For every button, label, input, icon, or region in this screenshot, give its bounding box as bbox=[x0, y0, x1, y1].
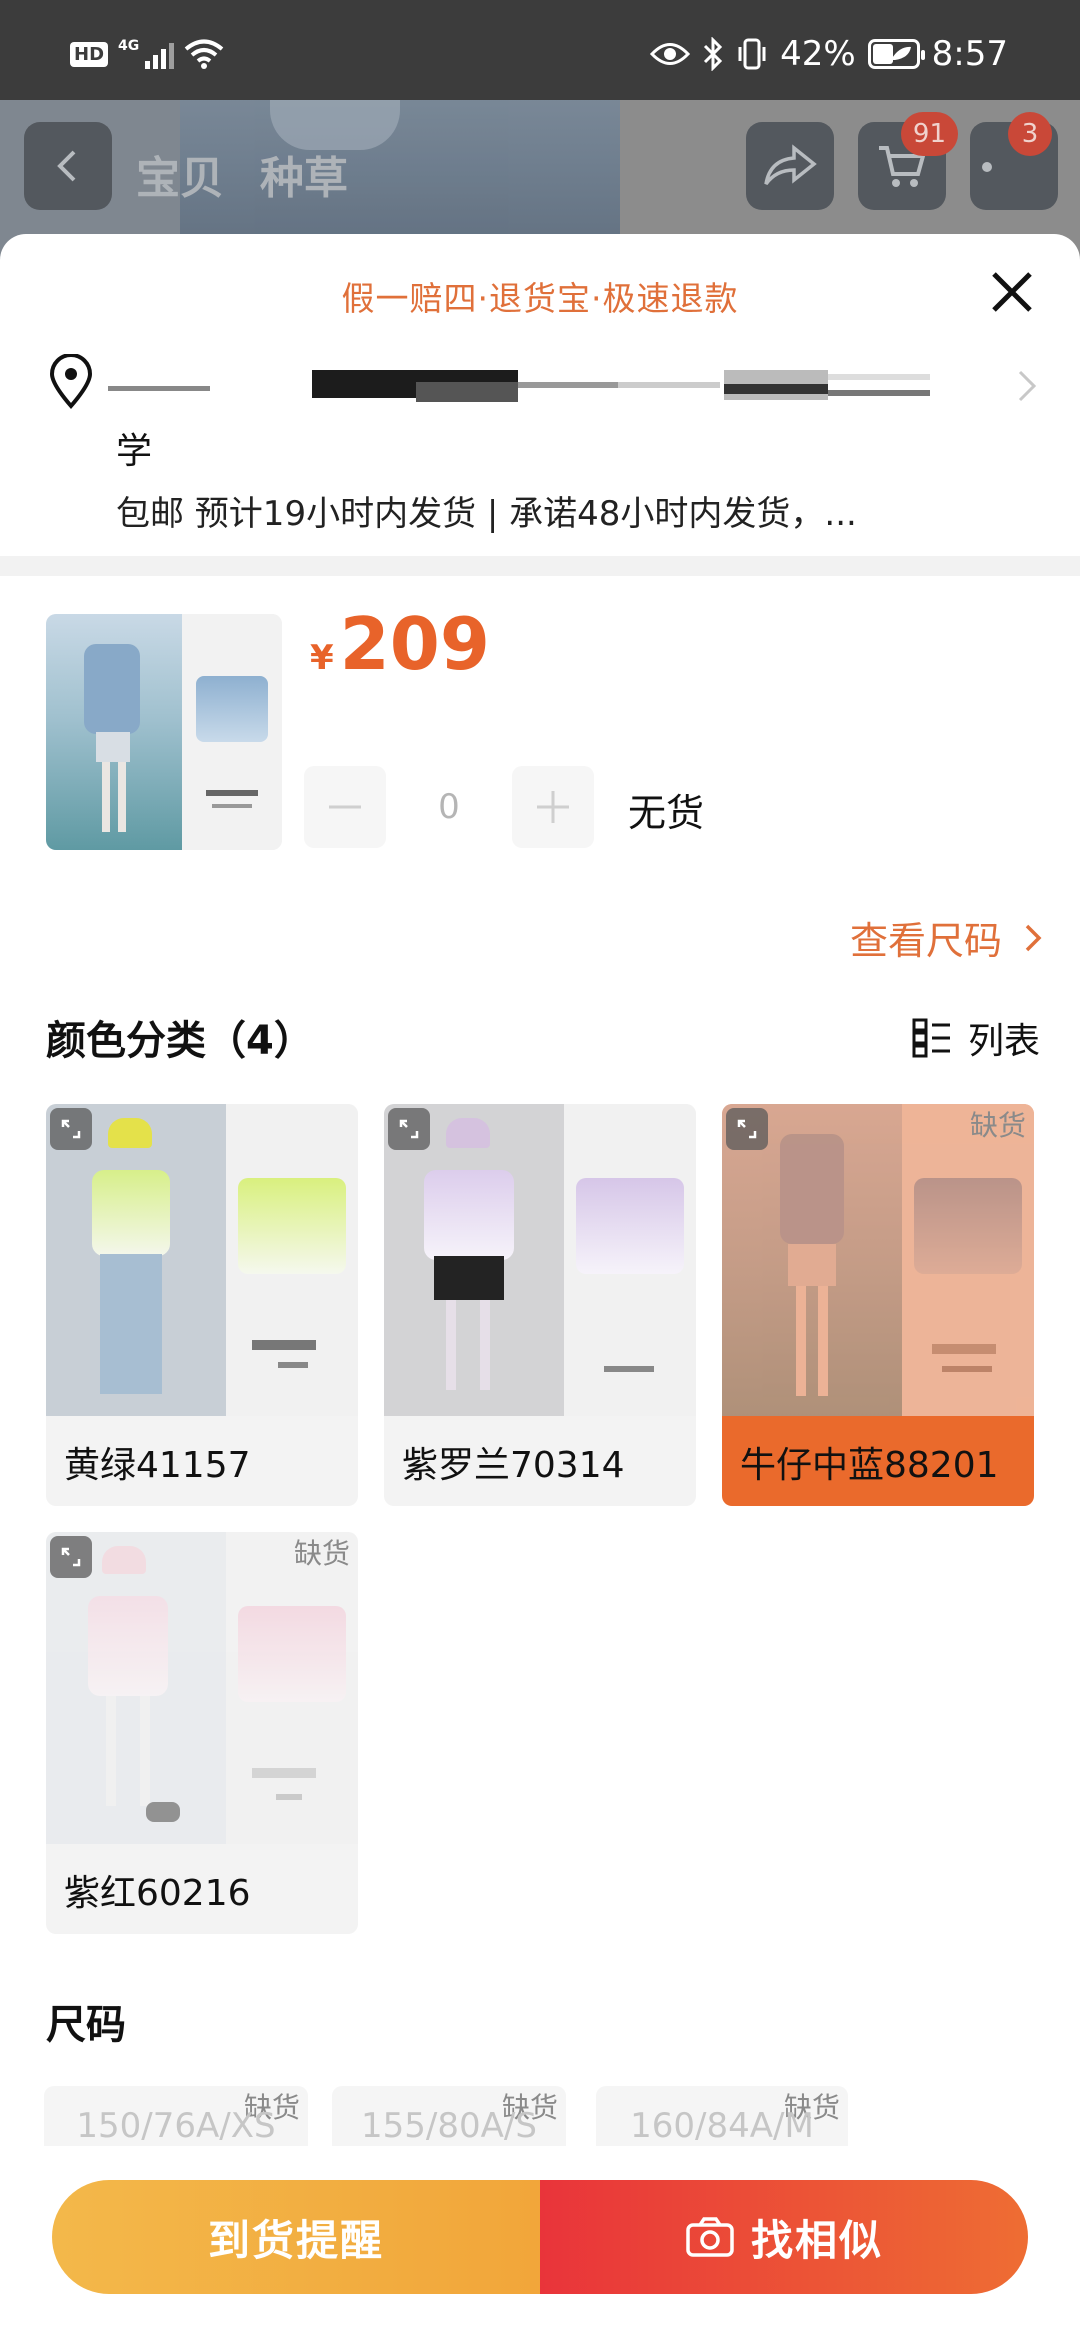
color-option-image bbox=[46, 1104, 358, 1416]
color-option-image bbox=[384, 1104, 696, 1416]
size-chart-link[interactable]: 查看尺码 bbox=[850, 910, 1042, 965]
size-option-s[interactable]: 缺货 155/80A/S bbox=[332, 2086, 566, 2146]
tab-recommend[interactable]: 种草 bbox=[260, 142, 348, 206]
sold-out-tag: 缺货 bbox=[293, 1537, 350, 1570]
expand-icon[interactable] bbox=[50, 1108, 92, 1150]
network-type: 4G bbox=[118, 38, 140, 54]
model-photo bbox=[384, 1104, 564, 1416]
service-guarantee: 假一赔四·退货宝·极速退款 bbox=[341, 279, 739, 318]
expand-icon[interactable] bbox=[50, 1536, 92, 1578]
back-button[interactable] bbox=[24, 122, 112, 210]
model-photo bbox=[722, 1104, 902, 1416]
quantity-stepper: 0 bbox=[304, 766, 594, 848]
background-nav-bar: 宝贝 种草 91 3 bbox=[0, 100, 1080, 235]
decrease-button[interactable] bbox=[304, 766, 386, 848]
increase-button[interactable] bbox=[512, 766, 594, 848]
flat-photo bbox=[902, 1104, 1034, 1416]
color-option-image bbox=[722, 1104, 1034, 1416]
size-label: 150/76A/XS bbox=[76, 2106, 276, 2146]
thumbnail-model-photo bbox=[46, 614, 182, 850]
price: ¥ 209 bbox=[310, 602, 490, 686]
color-option-fuchsia[interactable]: 缺货 紫红60216 bbox=[46, 1532, 358, 1934]
find-similar-button[interactable]: 找相似 bbox=[540, 2180, 1028, 2294]
arrival-notify-label: 到货提醒 bbox=[207, 2215, 384, 2265]
sku-selector-sheet: 假一赔四·退货宝·极速退款 学 包邮 预计19小时内发货 | 承诺48小时内发货… bbox=[0, 234, 1080, 2340]
location-pin-icon bbox=[49, 354, 93, 410]
bottom-action-bar: 到货提醒 找相似 bbox=[52, 2180, 1028, 2294]
quantity-value[interactable]: 0 bbox=[386, 787, 512, 827]
share-icon bbox=[764, 144, 817, 186]
color-option-label: 紫罗兰70314 bbox=[402, 1445, 625, 1486]
cart-button[interactable]: 91 bbox=[858, 112, 958, 210]
thumbnail-flat-photo bbox=[182, 614, 282, 850]
size-label: 160/84A/M bbox=[630, 2106, 814, 2146]
selected-sku-thumbnail[interactable] bbox=[46, 614, 282, 850]
status-right: 42% 8:57 bbox=[650, 34, 1008, 74]
list-view-toggle[interactable]: 列表 bbox=[912, 1012, 1040, 1064]
sold-out-tag: 缺货 bbox=[969, 1109, 1026, 1142]
section-divider bbox=[0, 556, 1080, 576]
expand-icon[interactable] bbox=[388, 1108, 430, 1150]
stock-status: 无货 bbox=[628, 791, 705, 835]
flat-photo bbox=[226, 1532, 358, 1844]
wifi-icon bbox=[184, 39, 224, 69]
list-view-label: 列表 bbox=[967, 1021, 1040, 1062]
plus-icon bbox=[537, 791, 569, 823]
camera-icon bbox=[686, 2217, 734, 2257]
expand-icon[interactable] bbox=[726, 1108, 768, 1150]
color-option-violet[interactable]: 紫罗兰70314 bbox=[384, 1104, 696, 1506]
hd-indicator: HD bbox=[70, 41, 109, 67]
size-label: 155/80A/S bbox=[361, 2106, 537, 2146]
flat-photo bbox=[564, 1104, 696, 1416]
address-redacted[interactable] bbox=[108, 362, 930, 408]
share-button[interactable] bbox=[746, 122, 834, 210]
back-arrow-icon bbox=[57, 150, 76, 182]
color-section-title: 颜色分类（4） bbox=[46, 1018, 314, 1064]
shipping-info: 包邮 预计19小时内发货 | 承诺48小时内发货，... bbox=[116, 494, 857, 534]
model-photo bbox=[46, 1532, 226, 1844]
status-bar: HD 4G 42% 8:57 bbox=[0, 0, 1080, 100]
list-view-icon bbox=[912, 1018, 950, 1058]
size-chart-label: 查看尺码 bbox=[849, 919, 1002, 963]
cart-count-badge: 91 bbox=[900, 112, 958, 156]
nav-tabs: 宝贝 种草 bbox=[136, 142, 348, 206]
chevron-right-icon[interactable] bbox=[1016, 366, 1040, 406]
eye-icon bbox=[650, 43, 691, 65]
message-count-badge: 3 bbox=[1008, 112, 1052, 156]
arrival-notify-button[interactable]: 到货提醒 bbox=[52, 2180, 540, 2294]
flat-photo bbox=[226, 1104, 358, 1416]
tab-product[interactable]: 宝贝 bbox=[136, 142, 224, 206]
find-similar-label: 找相似 bbox=[750, 2215, 883, 2265]
battery-icon bbox=[867, 39, 925, 69]
signal-icon bbox=[145, 39, 175, 69]
bluetooth-icon bbox=[704, 37, 723, 71]
vibrate-icon bbox=[738, 38, 766, 70]
battery-percent: 42% bbox=[780, 34, 856, 74]
size-option-xs[interactable]: 缺货 150/76A/XS bbox=[44, 2086, 308, 2146]
chevron-right-icon bbox=[1025, 924, 1042, 951]
more-button[interactable]: 3 bbox=[970, 112, 1058, 210]
color-option-denim-blue[interactable]: 缺货 牛仔中蓝88201 bbox=[722, 1104, 1034, 1506]
size-option-m[interactable]: 缺货 160/84A/M bbox=[596, 2086, 848, 2146]
more-dot-icon bbox=[982, 162, 992, 172]
close-icon[interactable] bbox=[984, 264, 1040, 320]
minus-icon bbox=[329, 805, 361, 809]
color-option-label: 黄绿41157 bbox=[64, 1445, 251, 1486]
color-option-yellow-green[interactable]: 黄绿41157 bbox=[46, 1104, 358, 1506]
clock: 8:57 bbox=[931, 34, 1008, 74]
color-option-image bbox=[46, 1532, 358, 1844]
color-option-label: 紫红60216 bbox=[64, 1873, 251, 1914]
price-value: 209 bbox=[339, 602, 490, 686]
model-photo bbox=[46, 1104, 226, 1416]
currency-symbol: ¥ bbox=[310, 638, 334, 678]
size-section-title: 尺码 bbox=[46, 2002, 126, 2048]
color-option-label: 牛仔中蓝88201 bbox=[740, 1445, 999, 1486]
address-line[interactable]: 学 bbox=[116, 422, 152, 474]
status-left: HD 4G bbox=[70, 38, 224, 70]
